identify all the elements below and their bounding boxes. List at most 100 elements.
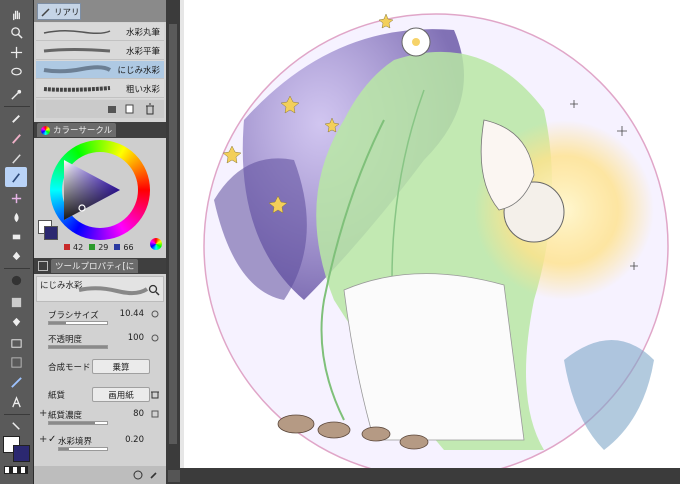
color-circle-icon [41,125,50,135]
drawing-canvas[interactable] [184,0,680,468]
subtool-item-watercolor-round[interactable]: 水彩丸筆 [36,23,164,41]
lasso-tool-icon[interactable] [5,62,27,82]
brush-stroke-preview-icon [43,86,111,92]
watercolor-edge-row[interactable]: + ✓ 水彩境界 0.20 [34,432,166,452]
tool-property-panel: にじみ水彩 ブラシサイズ 10.44 不透明度 100 合成モード 乗算 紙質 … [34,274,166,484]
watercolor-edge-checkbox[interactable]: ✓ [48,434,56,445]
bucket-tool-icon[interactable] [5,312,27,332]
sub-color-swatch[interactable] [13,445,30,462]
brush-tool-icon[interactable] [5,167,27,187]
eraser-tool-icon[interactable] [5,226,27,246]
subtool-actions [36,100,164,118]
blend-mode-dropdown[interactable]: 乗算 [92,359,150,374]
opacity-value[interactable]: 100 [128,333,144,343]
hue-marker-icon [64,244,70,250]
sub-color-chip[interactable] [44,226,58,240]
paper-texture-row[interactable]: 紙質 画用紙 [34,386,166,406]
search-icon[interactable] [148,284,160,296]
hand-tool-icon[interactable] [5,4,27,24]
move-tool-icon[interactable] [5,42,27,62]
brush-stroke-preview-icon [43,48,111,53]
panel-scrollbar[interactable] [166,0,180,468]
frame-tool-icon[interactable] [5,333,27,353]
tool-strip [0,0,34,484]
reset-icon[interactable] [132,469,144,481]
eyedropper-tool-icon[interactable] [5,108,27,128]
ruler-tool-icon[interactable] [5,372,27,392]
expand-plus-icon[interactable]: + [39,434,47,445]
text-tool-icon[interactable] [5,392,27,412]
subtool-header: リアリ [34,0,166,22]
pressure-icon[interactable] [150,309,160,319]
fill-tool-icon[interactable] [5,245,27,265]
pressure-icon[interactable] [150,333,160,343]
blend-mode-row[interactable]: 合成モード 乗算 [34,358,166,378]
panel-tool-icon[interactable] [5,352,27,372]
watercolor-edge-slider[interactable] [58,447,108,451]
brush-stroke-preview-icon [43,29,111,35]
paper-texture-label: 紙質 [48,391,66,401]
operation-tool-icon[interactable] [5,416,27,436]
paper-texture-button[interactable]: 画用紙 [92,387,150,402]
brush-size-label: ブラシサイズ [48,311,99,321]
airbrush-tool-icon[interactable] [5,188,27,208]
saturation-value: 29 [98,242,109,252]
brush-preset-preview: にじみ水彩 [36,276,164,302]
tool-property-footer [34,466,166,484]
color-mode-icon[interactable] [150,238,162,250]
subtool-list: 水彩丸筆 水彩平筆 にじみ水彩 粗い水彩 [36,23,164,99]
subtool-settings-icon[interactable] [106,103,118,115]
wrench-icon[interactable] [148,469,160,481]
subtool-group-tab[interactable]: リアリ [37,3,81,20]
blend-tool-icon[interactable] [5,207,27,227]
tool-property-title: ツールプロパティ[に [55,262,135,272]
paper-density-row[interactable]: + 紙質濃度 80 [34,406,166,426]
brush-stroke-preview-icon [78,286,149,296]
auto-select-tool-icon[interactable] [5,84,27,104]
paper-density-label: 紙質濃度 [48,411,83,421]
brush-size-value[interactable]: 10.44 [120,309,144,319]
brush-size-row[interactable]: ブラシサイズ 10.44 [34,306,166,326]
subtool-item-bleed-watercolor[interactable]: にじみ水彩 [36,61,164,79]
watercolor-edge-value[interactable]: 0.20 [125,435,144,445]
color-circle-tab[interactable]: カラーサークル [37,123,117,137]
shape-tool-icon[interactable] [5,270,27,290]
subtool-label: 水彩丸筆 [125,28,160,38]
artwork [203,13,669,468]
paper-density-slider[interactable] [48,421,108,425]
expand-icon[interactable] [168,470,180,482]
opacity-slider[interactable] [48,345,108,349]
trash-icon[interactable] [144,103,156,115]
tool-property-tab[interactable]: ツールプロパティ[に [51,259,139,273]
opacity-row[interactable]: 不透明度 100 [34,330,166,350]
pen-tool-icon[interactable] [5,128,27,148]
hsv-readout: 42 29 66 [64,241,134,253]
gradient-tool-icon[interactable] [5,292,27,312]
saturation-value-triangle[interactable] [62,158,122,222]
blend-mode-label: 合成モード [48,363,91,373]
trash-icon[interactable] [150,389,160,399]
subtool-group-label: リアリ [54,7,80,18]
copy-subtool-icon[interactable] [124,103,136,115]
transparent-color-swatch[interactable] [4,466,28,474]
zoom-tool-icon[interactable] [5,22,27,42]
panel-menu-icon[interactable] [38,261,48,271]
brush-icon [41,7,50,17]
brush-stroke-preview-icon [43,65,112,74]
color-panel-header: カラーサークル [34,122,166,138]
scroll-thumb[interactable] [169,24,177,444]
subtool-item-watercolor-flat[interactable]: 水彩平筆 [36,42,164,60]
subtool-item-rough-watercolor[interactable]: 粗い水彩 [36,80,164,98]
opacity-label: 不透明度 [48,335,83,345]
panel-column: リアリ 水彩丸筆 水彩平筆 にじみ水彩 粗い水彩 カラーサークル 42 29 6… [34,0,166,484]
paper-density-value[interactable]: 80 [133,409,144,419]
watercolor-edge-label: 水彩境界 [58,437,93,447]
brush-size-slider[interactable] [48,321,108,325]
saturation-marker-icon [89,244,96,250]
pressure-icon[interactable] [150,409,160,419]
brightness-value: 66 [123,242,134,252]
pencil-tool-icon[interactable] [5,148,27,168]
tool-property-header: ツールプロパティ[に [34,258,166,274]
color-panel-title: カラーサークル [53,126,113,136]
expand-plus-icon[interactable]: + [39,408,47,419]
